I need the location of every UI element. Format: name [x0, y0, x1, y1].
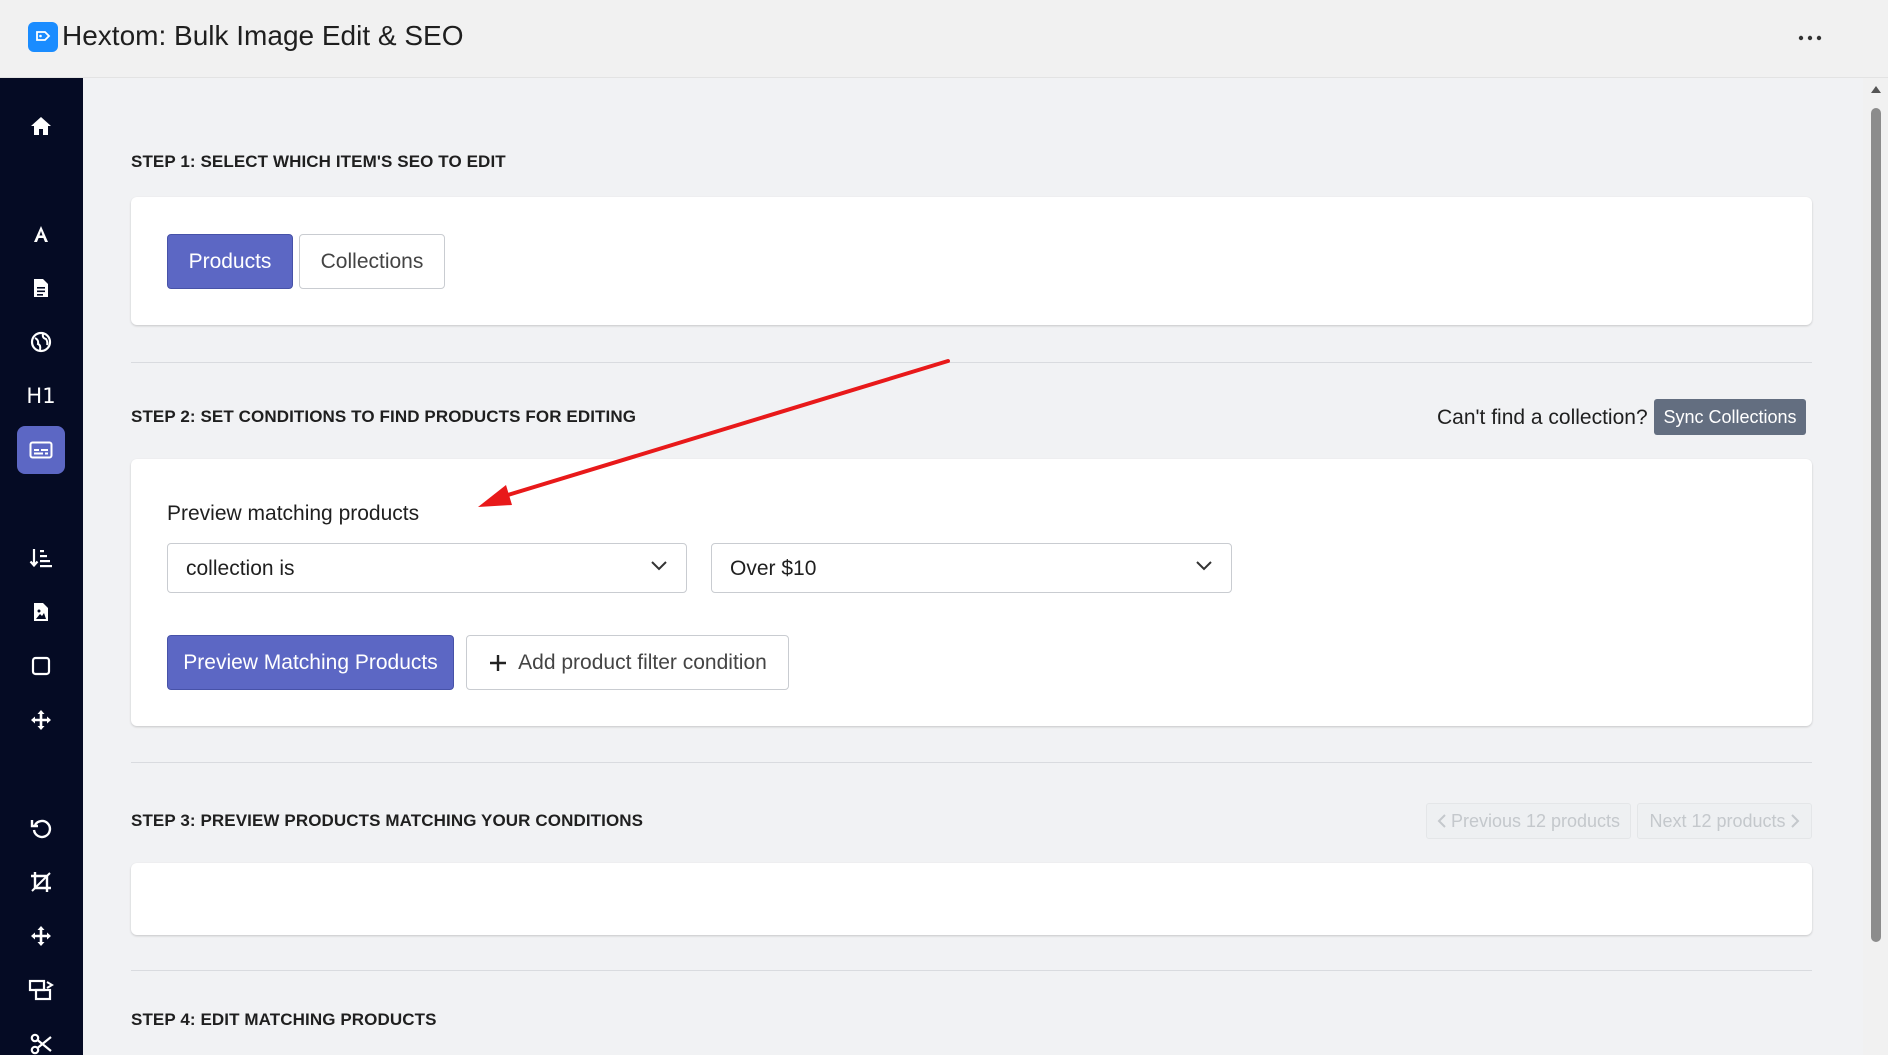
sidebar: H1	[0, 78, 83, 1055]
scrollbar[interactable]	[1863, 78, 1888, 1055]
preview-matching-products-button[interactable]: Preview Matching Products	[167, 635, 454, 690]
home-icon[interactable]	[17, 102, 65, 150]
move-icon[interactable]	[17, 696, 65, 744]
square-icon[interactable]	[17, 642, 65, 690]
resize-icon[interactable]	[17, 966, 65, 1014]
add-filter-condition-button[interactable]: Add product filter condition	[466, 635, 789, 690]
app-header: Hextom: Bulk Image Edit & SEO	[0, 0, 1888, 78]
app-title: Hextom: Bulk Image Edit & SEO	[62, 20, 464, 51]
chevron-right-icon	[1790, 814, 1799, 828]
heading-icon-label: H1	[26, 384, 56, 408]
step3-card	[131, 863, 1812, 935]
plus-icon	[490, 654, 507, 671]
arrows-icon[interactable]	[17, 912, 65, 960]
chevron-left-icon	[1437, 814, 1446, 828]
scrollbar-thumb[interactable]	[1871, 108, 1881, 942]
add-filter-condition-label: Add product filter condition	[518, 650, 767, 674]
cant-find-text: Can't find a collection?	[1437, 406, 1648, 429]
value-select-value: Over $10	[730, 557, 817, 580]
condition-select-value: collection is	[186, 557, 295, 580]
scissors-icon[interactable]	[17, 1020, 65, 1055]
next-products-label: Next 12 products	[1649, 810, 1786, 831]
file-icon[interactable]	[17, 264, 65, 312]
divider-3	[131, 970, 1812, 971]
step1-title: STEP 1: SELECT WHICH ITEM'S SEO TO EDIT	[131, 152, 506, 171]
app-logo-icon	[28, 22, 58, 52]
font-icon[interactable]	[17, 210, 65, 258]
step2-title: STEP 2: SET CONDITIONS TO FIND PRODUCTS …	[131, 407, 637, 426]
globe-icon[interactable]	[17, 318, 65, 366]
scroll-up-arrow-icon[interactable]	[1871, 86, 1881, 93]
more-actions-button[interactable]	[1792, 22, 1828, 54]
heading-icon[interactable]: H1	[17, 372, 65, 420]
collections-button[interactable]: Collections	[299, 234, 445, 289]
image-file-icon[interactable]	[17, 588, 65, 636]
divider-1	[131, 362, 1812, 363]
crop-icon[interactable]	[17, 858, 65, 906]
undo-icon[interactable]	[17, 804, 65, 852]
chevron-down-icon	[1196, 561, 1212, 571]
next-products-button[interactable]: Next 12 products	[1637, 803, 1812, 839]
chevron-down-icon	[651, 561, 667, 571]
previous-products-button[interactable]: Previous 12 products	[1426, 803, 1631, 839]
condition-select[interactable]: collection is	[167, 543, 687, 593]
products-button[interactable]: Products	[167, 234, 293, 289]
caption-icon[interactable]	[17, 426, 65, 474]
divider-2	[131, 762, 1812, 763]
step4-title: STEP 4: EDIT MATCHING PRODUCTS	[131, 1010, 437, 1029]
value-select[interactable]: Over $10	[711, 543, 1232, 593]
sort-icon[interactable]	[17, 534, 65, 582]
preview-heading: Preview matching products	[167, 502, 420, 525]
sync-collections-button[interactable]: Sync Collections	[1654, 399, 1806, 435]
previous-products-label: Previous 12 products	[1450, 810, 1621, 831]
step3-title: STEP 3: PREVIEW PRODUCTS MATCHING YOUR C…	[131, 811, 644, 830]
